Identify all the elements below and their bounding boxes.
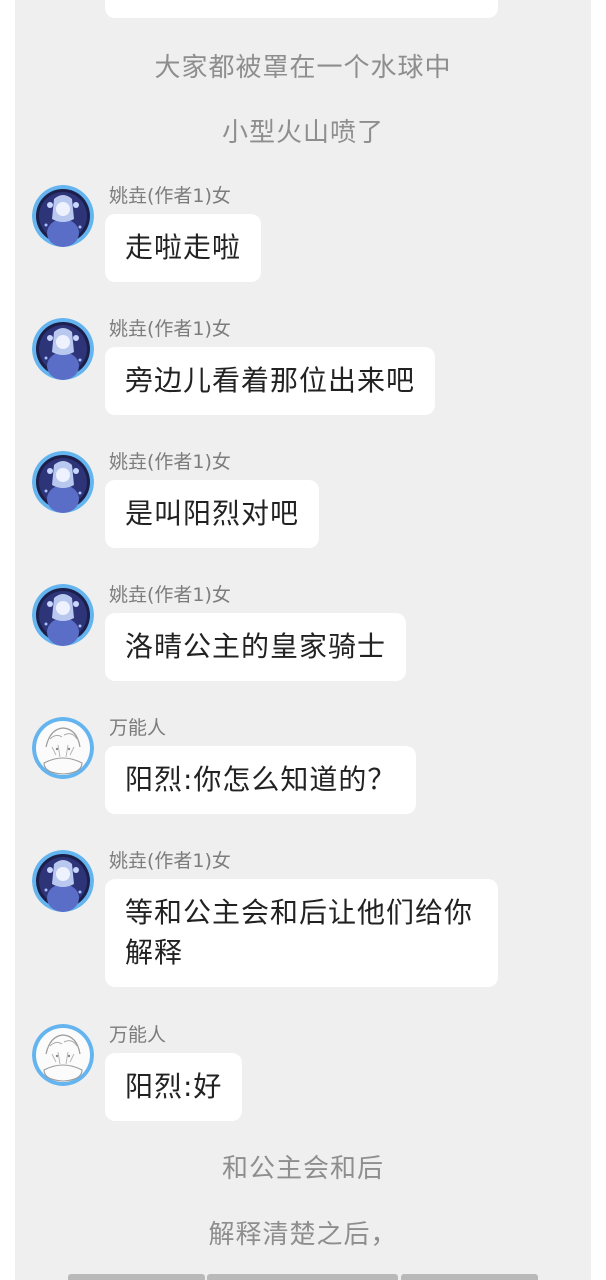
message-bubble[interactable]: 旁边儿看着那位出来吧 xyxy=(105,347,436,415)
sender-name: 万能人 xyxy=(109,717,167,739)
sender-name: 姚垚(作者1)女 xyxy=(109,318,231,340)
bottom-toolbar-segment[interactable] xyxy=(401,1274,538,1280)
bottom-toolbar-segment[interactable] xyxy=(68,1274,205,1280)
narration-text: 和公主会和后 xyxy=(221,1154,384,1184)
bottom-toolbar-segment[interactable] xyxy=(207,1274,398,1280)
sender-name: 姚垚(作者1)女 xyxy=(109,584,231,606)
sender-name: 万能人 xyxy=(109,1024,167,1046)
anime-girl-avatar[interactable] xyxy=(32,451,94,513)
sketch-avatar[interactable] xyxy=(32,1024,94,1086)
message-bubble[interactable]: 阳烈:好 xyxy=(105,1053,243,1121)
sender-name: 姚垚(作者1)女 xyxy=(109,850,231,872)
anime-girl-avatar[interactable] xyxy=(32,185,94,247)
previous-message-bubble[interactable] xyxy=(105,0,498,18)
chat-scroll-area[interactable]: 大家都被罩在一个水球中 小型火山喷了 姚垚(作者1)女 走啦走啦 姚垚(作者1)… xyxy=(15,0,591,1280)
message-bubble[interactable]: 走啦走啦 xyxy=(105,214,262,282)
message-bubble[interactable]: 阳烈:你怎么知道的？ xyxy=(105,746,417,814)
narration-text: 小型火山喷了 xyxy=(221,118,384,148)
anime-girl-avatar[interactable] xyxy=(32,584,94,646)
narration-text: 大家都被罩在一个水球中 xyxy=(154,53,452,83)
sender-name: 姚垚(作者1)女 xyxy=(109,451,231,473)
message-bubble[interactable]: 洛晴公主的皇家骑士 xyxy=(105,613,407,681)
sender-name: 姚垚(作者1)女 xyxy=(109,185,231,207)
sketch-avatar[interactable] xyxy=(32,717,94,779)
anime-girl-avatar[interactable] xyxy=(32,850,94,912)
chat-page: 大家都被罩在一个水球中 小型火山喷了 姚垚(作者1)女 走啦走啦 姚垚(作者1)… xyxy=(0,0,606,1280)
message-bubble[interactable]: 等和公主会和后让他们给你解释 xyxy=(105,879,498,987)
message-bubble[interactable]: 是叫阳烈对吧 xyxy=(105,480,320,548)
narration-text: 解释清楚之后， xyxy=(208,1220,398,1250)
anime-girl-avatar[interactable] xyxy=(32,318,94,380)
